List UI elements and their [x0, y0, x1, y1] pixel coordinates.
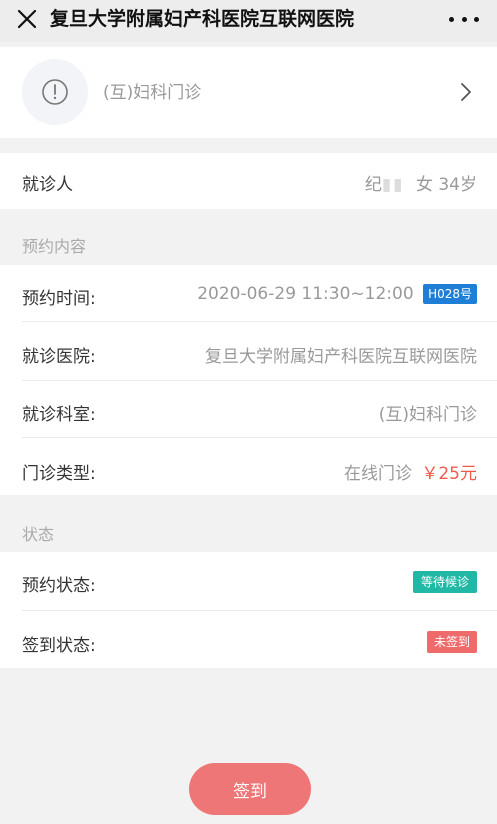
more-button[interactable] — [449, 6, 479, 32]
department-icon-wrapper — [22, 59, 88, 125]
appointment-status-label: 预约状态: — [22, 576, 96, 596]
patient-value: 纪▮▮ 女 34岁 — [365, 170, 477, 195]
divider — [22, 380, 497, 381]
appointment-section-title: 预约内容 — [22, 237, 87, 256]
divider — [22, 321, 497, 322]
status-badge: 等待候诊 — [412, 571, 477, 593]
status-badge: 未签到 — [426, 631, 477, 653]
chevron-right-icon — [461, 83, 471, 101]
appointment-time-text: 2020-06-29 11:30~12:00 — [197, 284, 414, 304]
signin-status-value: 未签到 — [426, 631, 477, 653]
patient-gender-age: 女 34岁 — [415, 175, 477, 195]
price: ￥25元 — [421, 464, 477, 484]
clinic-type-label: 门诊类型: — [22, 464, 96, 484]
appointment-time-value: 2020-06-29 11:30~12:00 H028号 — [197, 284, 477, 304]
hospital-value: 复旦大学附属妇产科医院互联网医院 — [205, 347, 477, 367]
department-card[interactable]: (互)妇科门诊 — [0, 47, 497, 138]
patient-name-masked: ▮▮ — [381, 175, 405, 195]
clinic-type-text: 在线门诊 — [343, 464, 412, 484]
close-icon — [17, 9, 37, 29]
appointment-details: 预约时间: 2020-06-29 11:30~12:00 H028号 就诊医院:… — [0, 265, 497, 495]
divider — [22, 437, 497, 438]
department-label: 就诊科室: — [22, 405, 96, 425]
department-name: (互)妇科门诊 — [103, 83, 202, 103]
hospital-label: 就诊医院: — [22, 347, 96, 367]
patient-label: 就诊人 — [22, 175, 73, 195]
appointment-time-label: 预约时间: — [22, 289, 96, 309]
top-bar: 复旦大学附属妇产科医院互联网医院 — [0, 0, 497, 42]
divider — [22, 610, 497, 611]
status-section-title: 状态 — [22, 525, 55, 544]
page-title: 复旦大学附属妇产科医院互联网医院 — [50, 8, 355, 30]
status-details: 预约状态: 等待候诊 签到状态: 未签到 — [0, 552, 497, 668]
department-value: (互)妇科门诊 — [378, 405, 477, 425]
patient-name: 纪 — [364, 175, 382, 195]
more-dots-icon — [449, 16, 454, 22]
signin-button[interactable]: 签到 — [189, 763, 311, 815]
close-button[interactable] — [14, 6, 40, 32]
signin-status-label: 签到状态: — [22, 636, 96, 656]
clinic-type-value: 在线门诊 ￥25元 — [344, 459, 477, 484]
info-circle-icon — [42, 79, 68, 105]
appointment-status-value: 等待候诊 — [412, 571, 477, 593]
queue-number-badge: H028号 — [423, 284, 477, 304]
patient-row: 就诊人 纪▮▮ 女 34岁 — [0, 153, 497, 209]
